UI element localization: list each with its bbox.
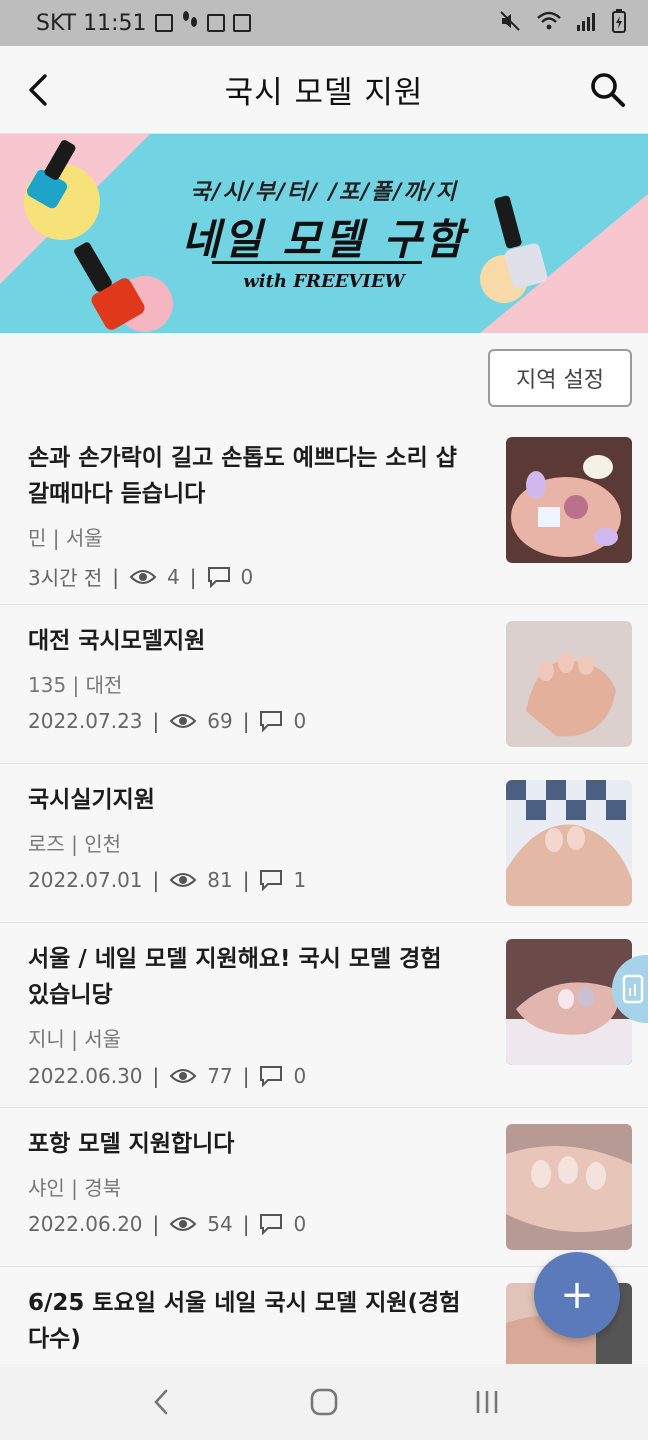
post-date: 2022.07.01 [28,868,143,892]
promo-banner[interactable]: 국/시/부/터/ /포/폴/까/지 네일 모델 구함 with FREEVIEW [0,134,648,333]
eye-icon [129,568,157,586]
banner-subtext: with FREEVIEW [243,271,405,292]
signal-icon [576,11,598,36]
post-author-region: 민 | 서울 [28,526,103,550]
post-thumbnail [506,1124,632,1250]
banner-divider [212,261,422,264]
eye-icon [169,871,197,889]
post-author: 135 [28,673,67,697]
mute-icon [498,9,522,38]
system-nav-bar [0,1364,648,1440]
nav-recents-icon [476,1391,497,1413]
add-post-button[interactable]: + [534,1252,620,1338]
post-stats: 2022.07.01 | 81 | 1 [28,868,307,892]
chevron-left-icon [29,74,47,106]
post-comments: 0 [240,564,254,589]
post-thumbnail [506,939,632,1065]
image-icon [206,14,225,32]
post-views: 54 [207,1212,233,1236]
check-icon [154,14,173,32]
post-title: 서울 / 네일 모델 지원해요! 국시 모델 경험 있습니당 [28,946,442,1008]
post-author: 지니 [28,1027,65,1051]
search-button[interactable] [586,68,630,112]
post-region: 경북 [84,1176,122,1200]
post-date: 2022.06.30 [28,1064,143,1088]
post-stats: 2022.07.23 | 69 | 0 [28,709,307,733]
post-views: 69 [207,709,233,733]
eye-icon [169,712,197,730]
wifi-icon [536,10,562,37]
post-stats: 2022.06.30 | 77 | 0 [28,1064,307,1088]
post-author-region: 로즈 | 인천 [28,832,122,856]
post-comments: 0 [293,1064,307,1088]
comment-icon [259,710,283,732]
search-icon [591,73,625,107]
post-title: 포항 모델 지원합니다 [28,1131,235,1157]
post-author: 샤인 [28,1176,65,1200]
post-author: 로즈 [28,832,65,856]
comment-icon [259,1065,283,1087]
post-comments: 1 [293,868,307,892]
post-date: 3시간 전 [28,566,103,590]
battery-icon [612,8,626,38]
list-item[interactable]: 포항 모델 지원합니다 샤인 | 경북 2022.06.20 | 54 | 0 [0,1108,648,1267]
post-author-region: 샤인 | 경북 [28,1176,122,1200]
back-button[interactable] [18,68,58,112]
post-date: 2022.06.20 [28,1212,143,1236]
post-region: 대전 [85,673,123,697]
post-thumbnail [506,780,632,906]
post-region: 인천 [84,832,122,856]
eye-icon [169,1215,197,1233]
post-comments: 0 [293,1212,307,1236]
nav-back-icon [154,1389,168,1415]
comment-icon [207,566,231,588]
post-list: 손과 손가락이 길고 손톱도 예쁘다는 소리 샵갈때마다 듣습니다 민 | 서울… [0,422,648,1364]
post-thumbnail [506,621,632,747]
region-setting-button[interactable]: 지역 설정 [488,349,632,407]
list-item[interactable]: 국시실기지원 로즈 | 인천 2022.07.01 | 81 | 1 [0,764,648,923]
list-item[interactable]: 대전 국시모델지원 135 | 대전 2022.07.23 | 69 | 0 [0,605,648,764]
status-bar: SKT 11:51 [0,0,648,46]
list-item[interactable]: 서울 / 네일 모델 지원해요! 국시 모델 경험 있습니당 지니 | 서울 2… [0,923,648,1108]
post-author-region: 135 | 대전 [28,673,123,697]
post-region: 서울 [84,1027,122,1051]
list-item[interactable]: 손과 손가락이 길고 손톱도 예쁘다는 소리 샵갈때마다 듣습니다 민 | 서울… [0,422,648,605]
post-region: 서울 [65,526,103,550]
page-title: 국시 모델 지원 [224,75,424,111]
banner-top-text: 국/시/부/터/ /포/폴/까/지 [190,180,458,205]
post-stats: 3시간 전 | 4 | 0 [28,562,253,591]
banner-headline: 네일 모델 구함 [181,215,467,264]
comment-icon [259,1213,283,1235]
post-stats: 2022.06.20 | 54 | 0 [28,1212,307,1236]
phone-chart-icon [622,974,644,1004]
nav-back-button[interactable] [131,1377,191,1427]
chart-notification-icon [232,14,251,32]
post-author: 민 [28,526,47,550]
post-views: 4 [167,564,180,589]
post-title: 대전 국시모델지원 [28,628,206,654]
post-comments: 0 [293,709,307,733]
post-views: 77 [207,1064,233,1088]
post-thumbnail [506,437,632,563]
footsteps-icon [181,10,199,36]
comment-icon [259,869,283,891]
post-date: 2022.07.23 [28,709,143,733]
plus-icon: + [560,1272,594,1318]
status-time: SKT 11:51 [36,10,147,36]
post-title: 손과 손가락이 길고 손톱도 예쁘다는 소리 샵갈때마다 듣습니다 [28,445,457,507]
post-author-region: 지니 | 서울 [28,1027,122,1051]
nav-home-icon [310,1388,338,1416]
nav-recents-button[interactable] [457,1377,517,1427]
post-views: 81 [207,868,233,892]
post-title: 국시실기지원 [28,787,155,813]
eye-icon [169,1067,197,1085]
nav-home-button[interactable] [294,1377,354,1427]
post-title: 6/25 토요일 서울 네일 국시 모델 지원(경험다수) [28,1290,461,1352]
app-bar: 국시 모델 지원 [0,46,648,134]
